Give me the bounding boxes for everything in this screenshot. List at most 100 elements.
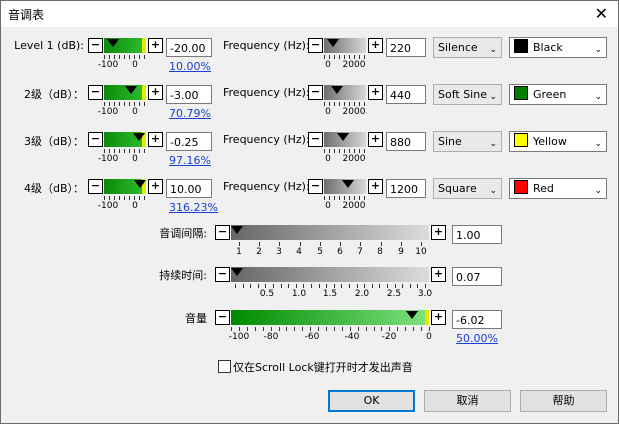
slider-increase-button[interactable]: +: [431, 310, 446, 325]
slider-increase-button[interactable]: +: [148, 132, 163, 147]
slider-track[interactable]: [324, 38, 366, 53]
level-input[interactable]: -3.00: [166, 85, 212, 104]
waveform-select[interactable]: Sine ⌄: [433, 131, 502, 152]
level-label: 2级（dB）：: [23, 88, 84, 101]
slider-thumb[interactable]: [342, 180, 354, 188]
slider-tick: [379, 284, 380, 288]
close-icon[interactable]: ✕: [595, 4, 608, 23]
slider-thumb[interactable]: [231, 268, 243, 276]
waveform-select[interactable]: Soft Sine ⌄: [433, 84, 502, 105]
slider-thumb[interactable]: [331, 86, 343, 94]
slider-thumb[interactable]: [327, 39, 339, 47]
duration-input[interactable]: 0.07: [452, 267, 502, 286]
volume-slider[interactable]: − + -100 -80 -60 -40 -20 0: [215, 310, 446, 342]
slider-decrease-button[interactable]: −: [88, 132, 103, 147]
color-select[interactable]: Red ⌄: [509, 178, 607, 199]
waveform-select[interactable]: Square ⌄: [433, 178, 502, 199]
frequency-input[interactable]: 880: [386, 132, 426, 151]
waveform-select[interactable]: Silence ⌄: [433, 37, 502, 58]
slider-increase-button[interactable]: +: [368, 85, 383, 100]
level-percent-link[interactable]: 70.79%: [169, 107, 211, 120]
level-percent-link[interactable]: 10.00%: [169, 60, 211, 73]
color-select[interactable]: Yellow ⌄: [509, 131, 607, 152]
slider-track[interactable]: [231, 225, 429, 240]
slider-track[interactable]: [104, 179, 146, 194]
slider-increase-button[interactable]: +: [368, 132, 383, 147]
frequency-slider[interactable]: − +0 2000: [308, 132, 383, 164]
slider-decrease-button[interactable]: −: [308, 85, 323, 100]
slider-decrease-button[interactable]: −: [215, 225, 230, 240]
level-slider[interactable]: − + -100 0: [88, 85, 163, 117]
slider-decrease-button[interactable]: −: [88, 38, 103, 53]
slider-decrease-button[interactable]: −: [215, 310, 230, 325]
slider-track[interactable]: [324, 85, 366, 100]
slider-track[interactable]: [104, 38, 146, 53]
slider-tick: [334, 327, 335, 331]
color-select[interactable]: Black ⌄: [509, 37, 607, 58]
slider-increase-button[interactable]: +: [431, 267, 446, 282]
slider-decrease-button[interactable]: −: [88, 179, 103, 194]
slider-track[interactable]: [231, 310, 429, 325]
ok-button[interactable]: OK: [328, 390, 415, 412]
help-button[interactable]: 帮助: [520, 390, 607, 412]
slider-tick: [401, 242, 402, 246]
frequency-input[interactable]: 1200: [386, 179, 426, 198]
slider-track[interactable]: [104, 85, 146, 100]
slider-tick: [381, 242, 382, 246]
slider-track[interactable]: [324, 132, 366, 147]
frequency-slider[interactable]: − +0 2000: [308, 38, 383, 70]
slider-increase-button[interactable]: +: [148, 38, 163, 53]
slider-thumb[interactable]: [133, 133, 145, 141]
slider-increase-button[interactable]: +: [148, 179, 163, 194]
slider-decrease-button[interactable]: −: [308, 132, 323, 147]
waveform-value: Square: [438, 182, 477, 195]
scroll-lock-checkbox[interactable]: [218, 360, 231, 373]
level-percent-link[interactable]: 97.16%: [169, 154, 211, 167]
slider-end-marker: [425, 310, 429, 325]
cancel-button[interactable]: 取消: [424, 390, 511, 412]
slider-thumb[interactable]: [107, 39, 119, 47]
slider-tick: [372, 284, 373, 288]
slider-increase-button[interactable]: +: [368, 38, 383, 53]
slider-tick: [329, 196, 330, 200]
slider-track[interactable]: [104, 132, 146, 147]
level-slider[interactable]: − + -100 0: [88, 179, 163, 211]
frequency-input[interactable]: 440: [386, 85, 426, 104]
slider-decrease-button[interactable]: −: [215, 267, 230, 282]
level-slider[interactable]: − + -100 0: [88, 38, 163, 70]
level-input[interactable]: -0.25: [166, 132, 212, 151]
slider-tick: [119, 149, 120, 153]
slider-decrease-button[interactable]: −: [88, 85, 103, 100]
slider-thumb[interactable]: [337, 133, 349, 141]
frequency-slider[interactable]: − +0 2000: [308, 179, 383, 211]
slider-thumb[interactable]: [134, 180, 146, 188]
interval-slider[interactable]: − +1 2 3 4 5 6 7 8 9 10: [215, 225, 446, 257]
slider-increase-button[interactable]: +: [431, 225, 446, 240]
level-input[interactable]: 10.00: [166, 179, 212, 198]
slider-track[interactable]: [324, 179, 366, 194]
color-select[interactable]: Green ⌄: [509, 84, 607, 105]
interval-input[interactable]: 1.00: [452, 225, 502, 244]
slider-increase-button[interactable]: +: [148, 85, 163, 100]
level-input[interactable]: -20.00: [166, 38, 212, 57]
volume-percent-link[interactable]: 50.00%: [456, 332, 498, 345]
frequency-input[interactable]: 220: [386, 38, 426, 57]
level-slider[interactable]: − + -100 0: [88, 132, 163, 164]
slider-thumb[interactable]: [231, 226, 243, 234]
slider-tick: [364, 196, 365, 200]
slider-tick: [124, 196, 125, 200]
volume-input[interactable]: -6.02: [452, 310, 502, 329]
slider-track[interactable]: [231, 267, 429, 282]
slider-tick: [324, 55, 325, 59]
slider-tick-label: 2000: [342, 107, 366, 117]
slider-decrease-button[interactable]: −: [308, 38, 323, 53]
duration-slider[interactable]: − +0.5 1.0 1.5 2.0 2.5 3.0: [215, 267, 446, 299]
level-percent-link[interactable]: 316.23%: [169, 201, 218, 214]
slider-tick: [425, 284, 426, 288]
slider-thumb[interactable]: [406, 311, 418, 319]
slider-decrease-button[interactable]: −: [308, 179, 323, 194]
slider-thumb[interactable]: [125, 86, 137, 94]
frequency-slider[interactable]: − +0 2000: [308, 85, 383, 117]
slider-tick-label: 0: [132, 201, 138, 211]
slider-increase-button[interactable]: +: [368, 179, 383, 194]
